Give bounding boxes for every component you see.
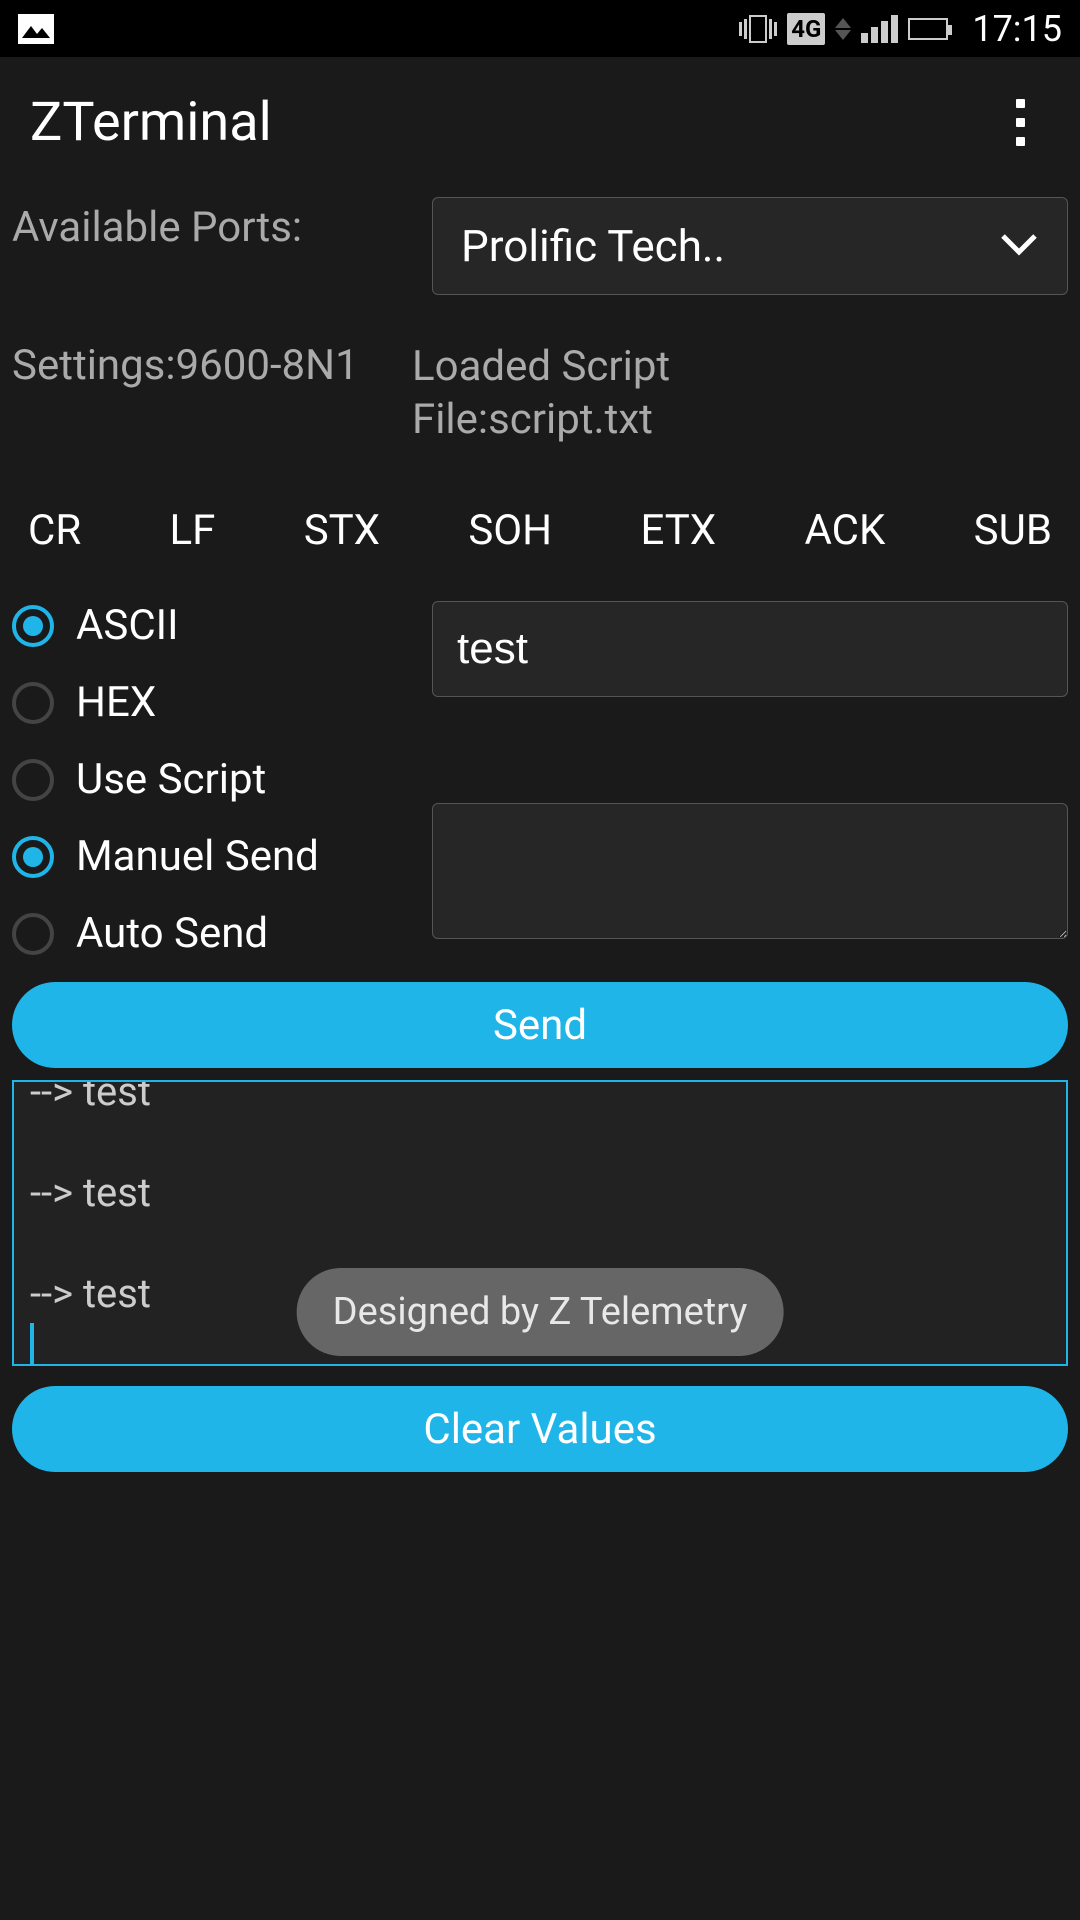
overflow-menu-button[interactable]: [990, 79, 1050, 166]
terminal-line: --> test: [30, 1080, 1050, 1115]
control-char-lf[interactable]: LF: [170, 506, 216, 555]
radio-ascii[interactable]: ASCII: [12, 601, 432, 650]
radio-icon: [12, 682, 54, 724]
send-button[interactable]: Send: [12, 982, 1068, 1068]
terminal-line: --> test: [30, 1169, 1050, 1216]
radio-icon: [12, 836, 54, 878]
control-char-stx[interactable]: STX: [304, 506, 380, 555]
control-char-soh[interactable]: SOH: [468, 506, 552, 555]
control-char-row: CR LF STX SOH ETX ACK SUB: [0, 506, 1080, 555]
clear-values-button[interactable]: Clear Values: [12, 1386, 1068, 1472]
cursor-icon: [30, 1323, 34, 1365]
control-char-etx[interactable]: ETX: [640, 506, 716, 555]
control-char-ack[interactable]: ACK: [804, 506, 885, 555]
menu-dots-icon: [1016, 99, 1025, 108]
picture-icon: [18, 14, 54, 44]
radio-label: HEX: [76, 678, 156, 727]
control-char-sub[interactable]: SUB: [974, 506, 1052, 555]
available-ports-label: Available Ports:: [12, 197, 412, 252]
radio-icon: [12, 913, 54, 955]
radio-use-script[interactable]: Use Script: [12, 755, 432, 804]
port-dropdown[interactable]: Prolific Tech..: [432, 197, 1068, 295]
loaded-script-text: Loaded Script File:script.txt: [412, 341, 670, 446]
app-title: ZTerminal: [30, 91, 272, 154]
port-dropdown-value: Prolific Tech..: [461, 220, 725, 272]
radio-label: Manuel Send: [76, 832, 319, 881]
radio-manual-send[interactable]: Manuel Send: [12, 832, 432, 881]
radio-label: Auto Send: [76, 909, 268, 958]
radio-label: Use Script: [76, 755, 266, 804]
status-bar: 4G 17:15: [0, 0, 1080, 57]
status-time: 17:15: [972, 8, 1062, 50]
auto-send-input[interactable]: [432, 803, 1068, 939]
settings-text: Settings:9600-8N1: [12, 341, 412, 390]
app-bar: ZTerminal: [0, 57, 1080, 187]
battery-icon: [908, 18, 948, 40]
send-text-input[interactable]: [432, 601, 1068, 697]
radio-icon: [12, 759, 54, 801]
signal-icon: [861, 15, 898, 43]
data-arrows-icon: [835, 18, 851, 40]
toast-message: Designed by Z Telemetry: [297, 1268, 784, 1356]
network-4g-badge: 4G: [787, 13, 825, 45]
terminal-output[interactable]: --> test --> test --> test Designed by Z…: [12, 1080, 1068, 1366]
chevron-down-icon: [999, 232, 1039, 260]
radio-auto-send[interactable]: Auto Send: [12, 909, 432, 958]
radio-icon: [12, 605, 54, 647]
vibrate-icon: [739, 15, 777, 43]
radio-hex[interactable]: HEX: [12, 678, 432, 727]
radio-label: ASCII: [76, 601, 179, 650]
control-char-cr[interactable]: CR: [28, 506, 81, 555]
